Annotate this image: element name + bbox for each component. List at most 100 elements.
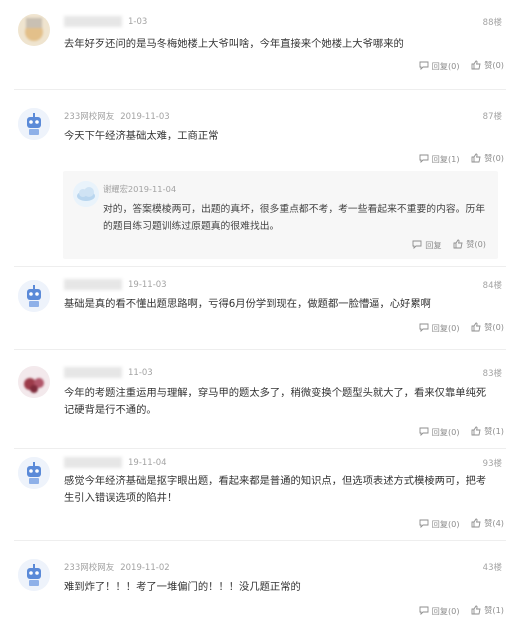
comment-bubble-icon [419,323,429,332]
robot-avatar-icon [18,108,50,140]
comment-text: 感觉今年经济基础是抠字眼出题，看起来都是普通的知识点，但选项表述方式模棱两可，把… [64,475,487,504]
reply-button[interactable]: 回复(0) [419,322,460,334]
comment-actions: 回复(0) 赞(1) [410,604,504,617]
comment-text: 今天下午经济基础太难，工商正常 [64,130,219,142]
reply-button[interactable]: 回复(0) [419,426,460,438]
avatar[interactable] [18,366,50,398]
comment-meta: 233网校网友 2019-11-03 [64,110,170,122]
reply-avatar[interactable] [73,181,99,207]
like-button[interactable]: 赞(1) [471,425,504,437]
username[interactable]: 233网校网友 [64,561,114,573]
comment-actions: 回复(0) 赞(0) [410,59,504,72]
floor-number: 87楼 [482,112,502,122]
like-count: 赞(0) [466,239,486,249]
comment-bubble-icon [419,519,429,528]
reply-count: 回复(0) [431,60,460,71]
comment-list: 1-03 88楼 去年好歹还问的是马冬梅她楼上大爷叫啥，今年直接来个她楼上大爷哪… [0,0,520,629]
username[interactable] [64,279,122,290]
username[interactable] [64,457,122,468]
comment-text: 难到炸了！！！考了一堆偏门的！！！没几题正常的 [64,581,301,593]
thumbs-up-icon [471,426,481,436]
like-count: 赞(0) [484,60,504,70]
like-count: 赞(1) [484,605,504,615]
reply-button[interactable]: 回复 [412,239,442,251]
like-button[interactable]: 赞(0) [453,238,486,250]
comment-meta: 19-11-03 [64,279,167,290]
reply-button[interactable]: 回复(0) [419,605,460,617]
reply-count: 回复(0) [431,322,460,333]
reply-text: 对的，答案模棱两可，出题的真坏，很多重点都不考，考一些看起来不重要的内容。历年的… [103,204,486,232]
like-count: 赞(4) [484,518,504,528]
comment-meta: 19-11-04 [64,457,167,468]
floor-number: 88楼 [482,18,502,28]
comment-actions: 回复(0) 赞(1) [410,425,504,438]
reply-button[interactable]: 回复(0) [419,60,460,72]
like-button[interactable]: 赞(1) [471,604,504,616]
avatar[interactable] [18,457,50,489]
comment-item: 233网校网友 2019-11-02 43楼 难到炸了！！！考了一堆偏门的！！！没… [0,541,520,629]
comment-date: 19-11-04 [128,458,167,468]
reply-count: 回复(0) [431,426,460,437]
reply-count: 回复(0) [431,605,460,616]
comment-bubble-icon [419,154,429,163]
like-count: 赞(0) [484,153,504,163]
comment-date: 2019-11-02 [120,563,170,573]
thumbs-up-icon [471,153,481,163]
comment-item: 11-03 83楼 今年的考题注重运用与理解，穿马甲的题太多了，稍微变换个题型头… [0,350,520,449]
reply-button[interactable]: 回复(1) [419,153,460,165]
reply-date: 2019-11-04 [127,184,177,194]
comment-bubble-icon [419,606,429,615]
comment-bubble-icon [412,240,422,249]
floor-number: 93楼 [482,459,502,469]
avatar[interactable] [18,108,50,140]
comment-bubble-icon [419,427,429,436]
comment-bubble-icon [419,61,429,70]
comment-date: 11-03 [128,368,153,378]
like-count: 赞(1) [484,426,504,436]
reply-count: 回复(1) [431,153,460,164]
comment-item: 1-03 88楼 去年好歹还问的是马冬梅她楼上大爷叫啥，今年直接来个她楼上大爷哪… [0,0,520,90]
comment-actions: 回复(0) 赞(4) [410,517,504,530]
comment-meta: 11-03 [64,367,153,378]
comment-actions: 回复(0) 赞(0) [410,321,504,334]
avatar[interactable] [18,14,50,46]
thumbs-up-icon [471,322,481,332]
like-count: 赞(0) [484,322,504,332]
username[interactable]: 233网校网友 [64,110,114,122]
comment-actions: 回复(1) 赞(0) [410,152,504,165]
avatar[interactable] [18,280,50,312]
robot-avatar-icon [18,280,50,312]
like-button[interactable]: 赞(4) [471,517,504,529]
comment-meta: 1-03 [64,16,147,27]
comment-text: 基础是真的看不懂出题思路啊，亏得6月份学到现在，做题都一脸懵逼，心好累啊 [64,298,431,310]
comment-date: 1-03 [128,17,148,27]
thumbs-up-icon [471,518,481,528]
like-button[interactable]: 赞(0) [471,321,504,333]
cloud-avatar-icon [73,181,99,207]
avatar[interactable] [18,559,50,591]
username[interactable] [64,16,122,27]
comment-item: 233网校网友 2019-11-03 87楼 今天下午经济基础太难，工商正常 回复… [0,90,520,267]
like-button[interactable]: 赞(0) [471,59,504,71]
comment-item: 19-11-04 93楼 感觉今年经济基础是抠字眼出题，看起来都是普通的知识点，… [0,449,520,541]
reply-meta: 谢耀宏2019-11-04 [103,183,176,195]
reply-button[interactable]: 回复(0) [419,518,460,530]
reply-username[interactable]: 谢耀宏 [103,184,128,194]
floor-number: 84楼 [482,281,502,291]
reply-label: 回复 [425,239,442,250]
floor-number: 43楼 [482,563,502,573]
like-button[interactable]: 赞(0) [471,152,504,164]
thumbs-up-icon [471,605,481,615]
floor-number: 83楼 [482,369,502,379]
comment-item: 19-11-03 84楼 基础是真的看不懂出题思路啊，亏得6月份学到现在，做题都… [0,267,520,350]
thumbs-up-icon [453,239,463,249]
reply-actions: 回复 赞(0) [403,238,486,251]
comment-text: 去年好歹还问的是马冬梅她楼上大爷叫啥，今年直接来个她楼上大爷哪来的 [64,38,404,50]
reply-count: 回复(0) [431,518,460,529]
comment-text: 今年的考题注重运用与理解，穿马甲的题太多了，稍微变换个题型头就大了，看来仅靠单纯… [64,387,487,416]
comment-date: 19-11-03 [128,280,167,290]
comment-date: 2019-11-03 [120,112,170,122]
username[interactable] [64,367,122,378]
robot-avatar-icon [18,559,50,591]
nested-reply: 谢耀宏2019-11-04 对的，答案模棱两可，出题的真坏，很多重点都不考，考一… [63,171,498,259]
